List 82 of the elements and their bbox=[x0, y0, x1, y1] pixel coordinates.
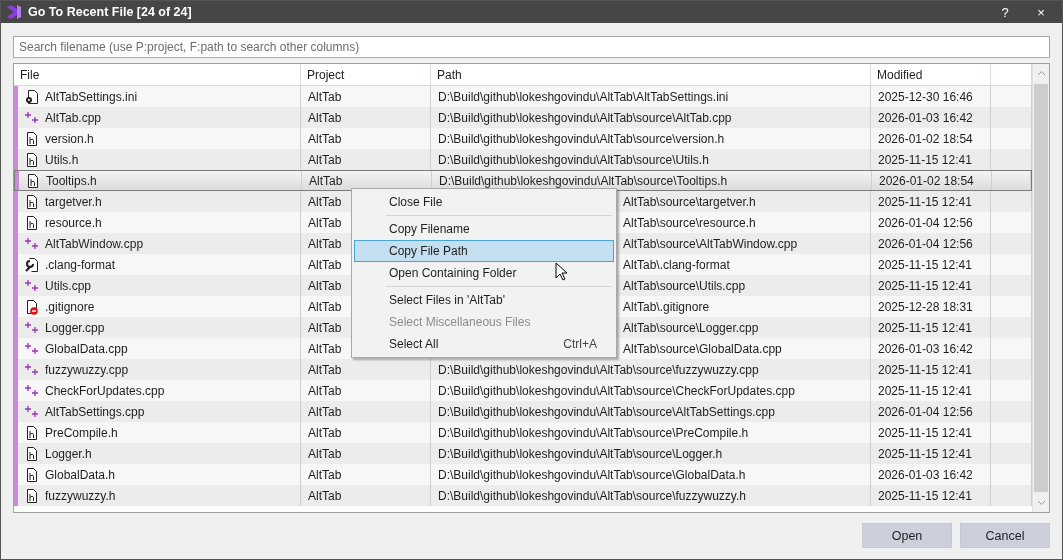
modified-date: 2026-01-04 12:56 bbox=[878, 236, 973, 251]
window-title: Go To Recent File [24 of 24] bbox=[28, 5, 193, 19]
file-name: Utils.cpp bbox=[45, 278, 91, 293]
file-path: D:\Build\github\lokeshgovindu\AltTab\source\PreCompile.h bbox=[438, 425, 749, 440]
project-name: AltTab bbox=[308, 152, 342, 167]
file-path: D:\Build\github\lokeshgovindu\AltTab\source\version.h bbox=[438, 131, 725, 146]
file-name: version.h bbox=[45, 131, 94, 146]
file-path: D:\Build\github\lokeshgovindu\AltTab\source\AltTab.cpp bbox=[438, 110, 732, 125]
modified-date: 2026-01-03 16:42 bbox=[878, 341, 973, 356]
file-name: AltTabSettings.ini bbox=[45, 89, 138, 104]
file-name: Utils.h bbox=[45, 152, 79, 167]
file-path: D:\Build\github\lokeshgovindu\AltTab\source\fuzzywuzzy.h bbox=[438, 488, 746, 503]
shortcut-label: Ctrl+A bbox=[563, 337, 597, 351]
project-name: AltTab bbox=[308, 215, 342, 230]
file-path: AltTab\source\GlobalData.cpp bbox=[623, 341, 782, 356]
modified-date: 2026-01-04 12:56 bbox=[878, 215, 973, 230]
file-path: D:\Build\github\lokeshgovindu\AltTab\source\Logger.h bbox=[438, 446, 723, 461]
modified-date: 2025-11-15 12:41 bbox=[878, 425, 972, 440]
project-name: AltTab bbox=[309, 173, 343, 188]
project-name: AltTab bbox=[308, 89, 342, 104]
file-path: D:\Build\github\lokeshgovindu\AltTab\source\Tooltips.h bbox=[439, 173, 728, 188]
file-path: D:\Build\github\lokeshgovindu\AltTab\source\AltTabSettings.cpp bbox=[438, 404, 775, 419]
modified-date: 2025-11-15 12:41 bbox=[878, 383, 972, 398]
modified-date: 2025-12-30 16:46 bbox=[878, 89, 973, 104]
modified-date: 2025-11-15 12:41 bbox=[878, 488, 972, 503]
project-name: AltTab bbox=[308, 467, 342, 482]
file-path: AltTab\source\Utils.cpp bbox=[623, 278, 746, 293]
file-path: D:\Build\github\lokeshgovindu\AltTab\source\GlobalData.h bbox=[438, 467, 746, 482]
file-name: AltTabWindow.cpp bbox=[45, 236, 144, 251]
modified-date: 2025-12-28 18:31 bbox=[878, 299, 973, 314]
project-name: AltTab bbox=[308, 320, 342, 335]
project-name: AltTab bbox=[308, 425, 342, 440]
file-name: .clang-format bbox=[45, 257, 116, 272]
modified-date: 2026-01-03 16:42 bbox=[878, 110, 973, 125]
file-path: AltTab\source\resource.h bbox=[623, 215, 756, 230]
file-path: AltTab\.gitignore bbox=[623, 299, 710, 314]
modified-date: 2026-01-04 12:56 bbox=[878, 404, 973, 419]
file-path: AltTab\source\Logger.cpp bbox=[623, 320, 759, 335]
file-path: AltTab\source\AltTabWindow.cpp bbox=[623, 236, 798, 251]
file-path: D:\Build\github\lokeshgovindu\AltTab\source\Utils.h bbox=[438, 152, 709, 167]
project-name: AltTab bbox=[308, 194, 342, 209]
project-name: AltTab bbox=[308, 110, 342, 125]
project-name: AltTab bbox=[308, 404, 342, 419]
file-name: fuzzywuzzy.h bbox=[45, 488, 116, 503]
file-name: Tooltips.h bbox=[46, 173, 97, 188]
modified-date: 2025-11-15 12:41 bbox=[878, 446, 972, 461]
project-name: AltTab bbox=[308, 236, 342, 251]
file-name: AltTabSettings.cpp bbox=[45, 404, 145, 419]
modified-date: 2025-11-15 12:41 bbox=[878, 278, 972, 293]
file-path: D:\Build\github\lokeshgovindu\AltTab\source\fuzzywuzzy.cpp bbox=[438, 362, 759, 377]
project-name: AltTab bbox=[308, 299, 342, 314]
file-name: targetver.h bbox=[45, 194, 102, 209]
file-name: fuzzywuzzy.cpp bbox=[45, 362, 129, 377]
file-name: GlobalData.h bbox=[45, 467, 116, 482]
modified-date: 2025-11-15 12:41 bbox=[878, 362, 972, 377]
project-name: AltTab bbox=[308, 446, 342, 461]
modified-date: 2025-11-15 12:41 bbox=[878, 257, 972, 272]
project-name: AltTab bbox=[308, 362, 342, 377]
modified-date: 2025-11-15 12:41 bbox=[878, 152, 972, 167]
project-name: AltTab bbox=[308, 278, 342, 293]
file-path: AltTab\.clang-format bbox=[623, 257, 730, 272]
file-name: Logger.cpp bbox=[45, 320, 105, 335]
modified-date: 2026-01-02 18:54 bbox=[878, 131, 973, 146]
file-name: GlobalData.cpp bbox=[45, 341, 128, 356]
project-name: AltTab bbox=[308, 341, 342, 356]
file-name: CheckForUpdates.cpp bbox=[45, 383, 165, 398]
file-path: D:\Build\github\lokeshgovindu\AltTab\source\CheckForUpdates.cpp bbox=[438, 383, 795, 398]
modified-date: 2026-01-02 18:54 bbox=[879, 173, 974, 188]
file-name: PreCompile.h bbox=[45, 425, 118, 440]
project-name: AltTab bbox=[308, 257, 342, 272]
modified-date: 2026-01-03 16:42 bbox=[878, 467, 973, 482]
file-path: D:\Build\github\lokeshgovindu\AltTab\AltTabSettings.ini bbox=[438, 89, 729, 104]
project-name: AltTab bbox=[308, 488, 342, 503]
file-name: AltTab.cpp bbox=[45, 110, 102, 125]
file-name: Logger.h bbox=[45, 446, 92, 461]
file-path: AltTab\source\targetver.h bbox=[623, 194, 756, 209]
project-name: AltTab bbox=[308, 383, 342, 398]
modified-date: 2025-11-15 12:41 bbox=[878, 194, 972, 209]
modified-date: 2025-11-15 12:41 bbox=[878, 320, 972, 335]
project-name: AltTab bbox=[308, 131, 342, 146]
file-name: resource.h bbox=[45, 215, 102, 230]
file-name: .gitignore bbox=[45, 299, 95, 314]
